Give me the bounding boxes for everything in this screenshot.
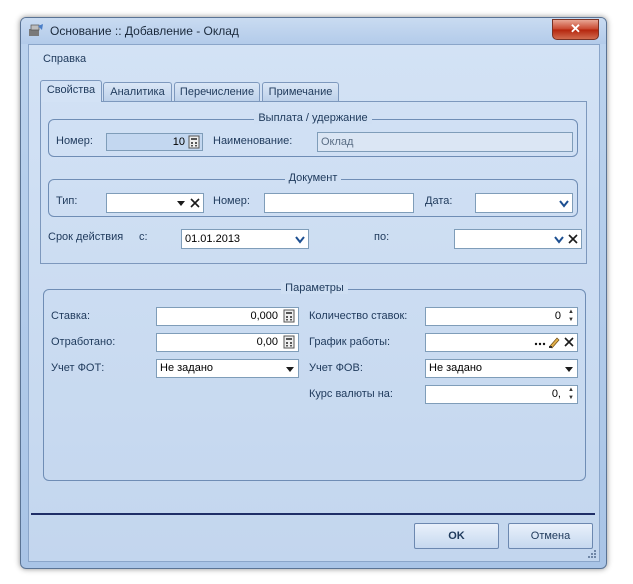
fot-value: Не задано	[160, 362, 214, 374]
app-icon	[29, 24, 43, 36]
tab-properties[interactable]: Свойства	[40, 80, 102, 102]
payment-group-title: Выплата / удержание	[254, 112, 372, 124]
validity-to-field[interactable]	[454, 229, 582, 249]
validity-from-field[interactable]: 01.01.2013	[181, 229, 309, 249]
schedule-label: График работы:	[309, 336, 391, 348]
currency-field[interactable]: 0, ▲ ▼	[425, 385, 578, 404]
document-group: Документ Тип: Номер: Дата:	[48, 172, 578, 217]
tab-note[interactable]: Примечание	[262, 82, 339, 101]
chevron-down-icon[interactable]	[552, 232, 566, 246]
clear-x-icon[interactable]	[188, 196, 202, 210]
fot-label: Учет ФОТ:	[51, 362, 105, 374]
document-date-field[interactable]	[475, 193, 573, 213]
validity-from-label: с:	[139, 231, 148, 243]
rates-count-label: Количество ставок:	[309, 310, 408, 322]
rate-label: Ставка:	[51, 310, 91, 322]
validity-from-value: 01.01.2013	[185, 233, 241, 245]
edit-pencil-icon[interactable]	[547, 335, 561, 349]
rates-count-value: 0	[554, 310, 561, 322]
rate-field[interactable]: 0,000	[156, 307, 299, 326]
payment-number-field[interactable]: 10	[106, 133, 203, 151]
calculator-icon[interactable]	[187, 135, 201, 149]
payment-name-label: Наименование:	[213, 135, 293, 147]
chevron-down-icon[interactable]	[283, 362, 297, 376]
validity-label: Срок действия	[48, 231, 124, 243]
document-type-field[interactable]	[106, 193, 204, 213]
resize-grip-icon[interactable]	[587, 549, 597, 559]
document-group-title: Документ	[284, 172, 342, 184]
dialog-window: Основание :: Добавление - Оклад ✕ Справк…	[20, 17, 607, 569]
rates-count-field[interactable]: 0 ▲ ▼	[425, 307, 578, 326]
fov-select[interactable]: Не задано	[425, 359, 578, 378]
worked-value: 0,00	[256, 336, 278, 348]
footer-divider	[31, 513, 595, 515]
cancel-button[interactable]: Отмена	[508, 523, 593, 549]
chevron-down-icon[interactable]	[562, 362, 576, 376]
window-title: Основание :: Добавление - Оклад	[50, 24, 239, 38]
tab-analytics[interactable]: Аналитика	[103, 82, 172, 101]
parameters-group-title: Параметры	[281, 282, 348, 294]
document-type-label: Тип:	[56, 195, 78, 207]
tab-enumeration[interactable]: Перечисление	[174, 82, 260, 101]
menu-help[interactable]: Справка	[43, 53, 86, 65]
chevron-down-icon[interactable]	[293, 232, 307, 246]
calculator-icon[interactable]	[282, 335, 296, 349]
payment-name-field: Оклад	[317, 132, 573, 152]
rate-value: 0,000	[250, 310, 278, 322]
ellipsis-icon[interactable]	[533, 335, 547, 349]
currency-value: 0,	[551, 388, 561, 400]
fov-label: Учет ФОВ:	[309, 362, 363, 374]
close-button[interactable]: ✕	[552, 19, 599, 40]
tab-panel-properties: Выплата / удержание Номер: 10 Наименован…	[40, 101, 587, 264]
payment-name-value: Оклад	[321, 136, 354, 148]
currency-label: Курс валюты на:	[309, 388, 393, 400]
calculator-icon[interactable]	[282, 309, 296, 323]
worked-label: Отработано:	[51, 336, 116, 348]
validity-to-label: по:	[374, 231, 390, 243]
clear-x-icon[interactable]	[566, 232, 580, 246]
document-date-label: Дата:	[425, 195, 453, 207]
chevron-down-icon[interactable]	[174, 196, 188, 210]
spinner-arrows-icon[interactable]: ▲ ▼	[565, 308, 577, 324]
worked-field[interactable]: 0,00	[156, 333, 299, 352]
title-bar[interactable]: Основание :: Добавление - Оклад ✕	[21, 18, 606, 44]
clear-x-icon[interactable]	[562, 335, 576, 349]
payment-group: Выплата / удержание Номер: 10 Наименован…	[48, 112, 578, 157]
spinner-arrows-icon[interactable]: ▲ ▼	[565, 386, 577, 402]
parameters-group: Параметры Ставка: 0,000 Отработано: 0,00	[43, 282, 586, 481]
schedule-field[interactable]	[425, 333, 578, 352]
payment-number-value: 10	[172, 136, 185, 148]
document-number-field[interactable]	[264, 193, 414, 213]
ok-button[interactable]: OK	[414, 523, 499, 549]
chevron-down-icon[interactable]	[557, 196, 571, 210]
fov-value: Не задано	[429, 362, 483, 374]
dialog-client-area: Справка Свойства Аналитика Перечисление …	[28, 44, 600, 562]
document-number-label: Номер:	[213, 195, 250, 207]
payment-number-label: Номер:	[56, 135, 93, 147]
fot-select[interactable]: Не задано	[156, 359, 299, 378]
